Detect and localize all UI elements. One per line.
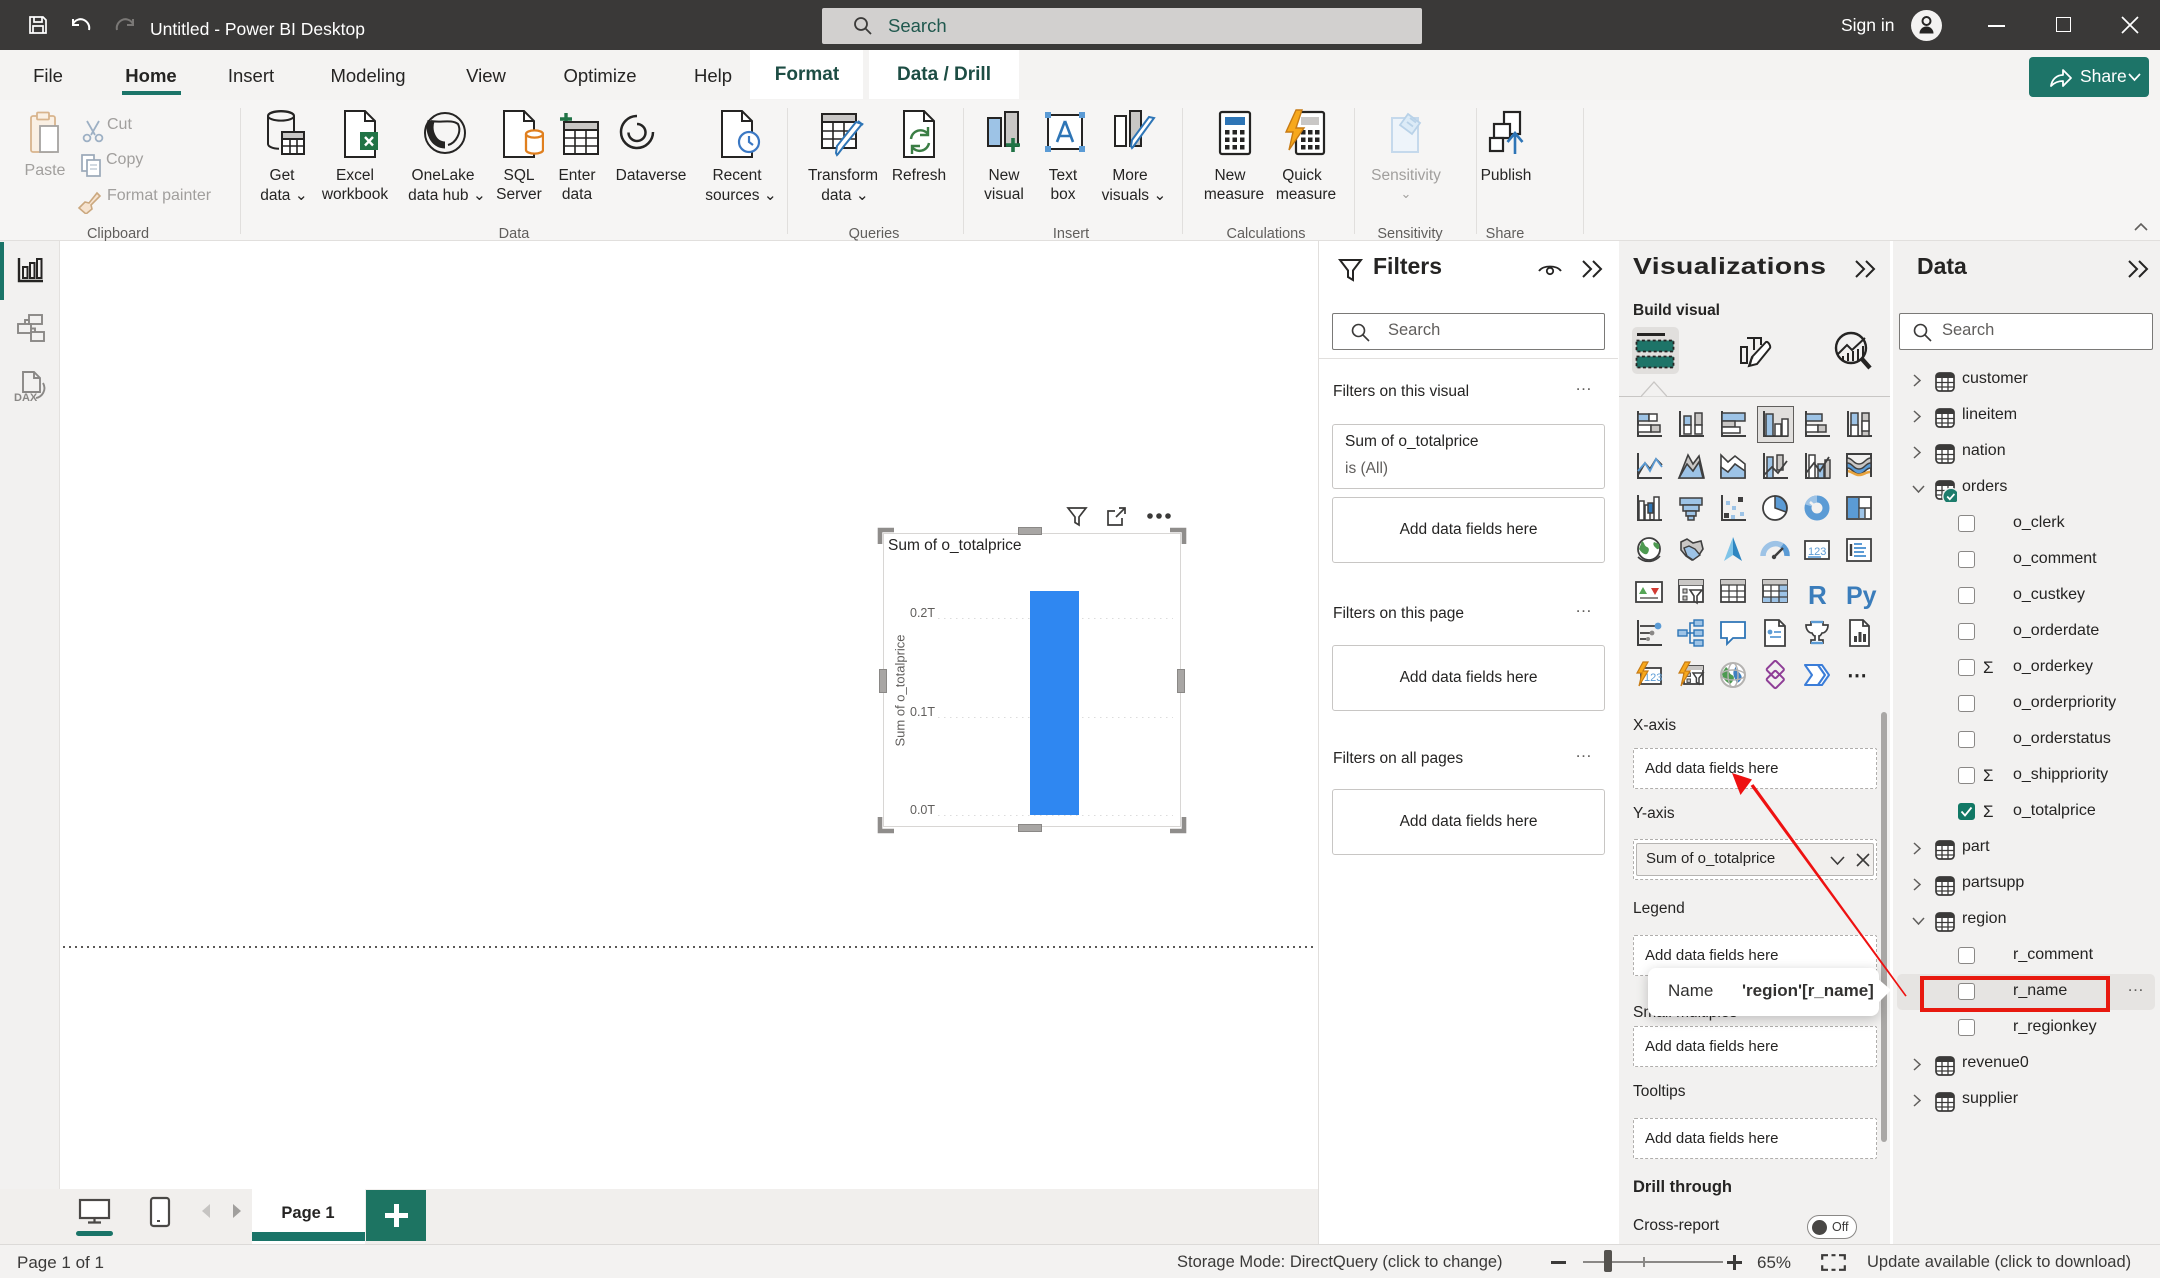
svg-text:DAX: DAX: [14, 392, 38, 404]
